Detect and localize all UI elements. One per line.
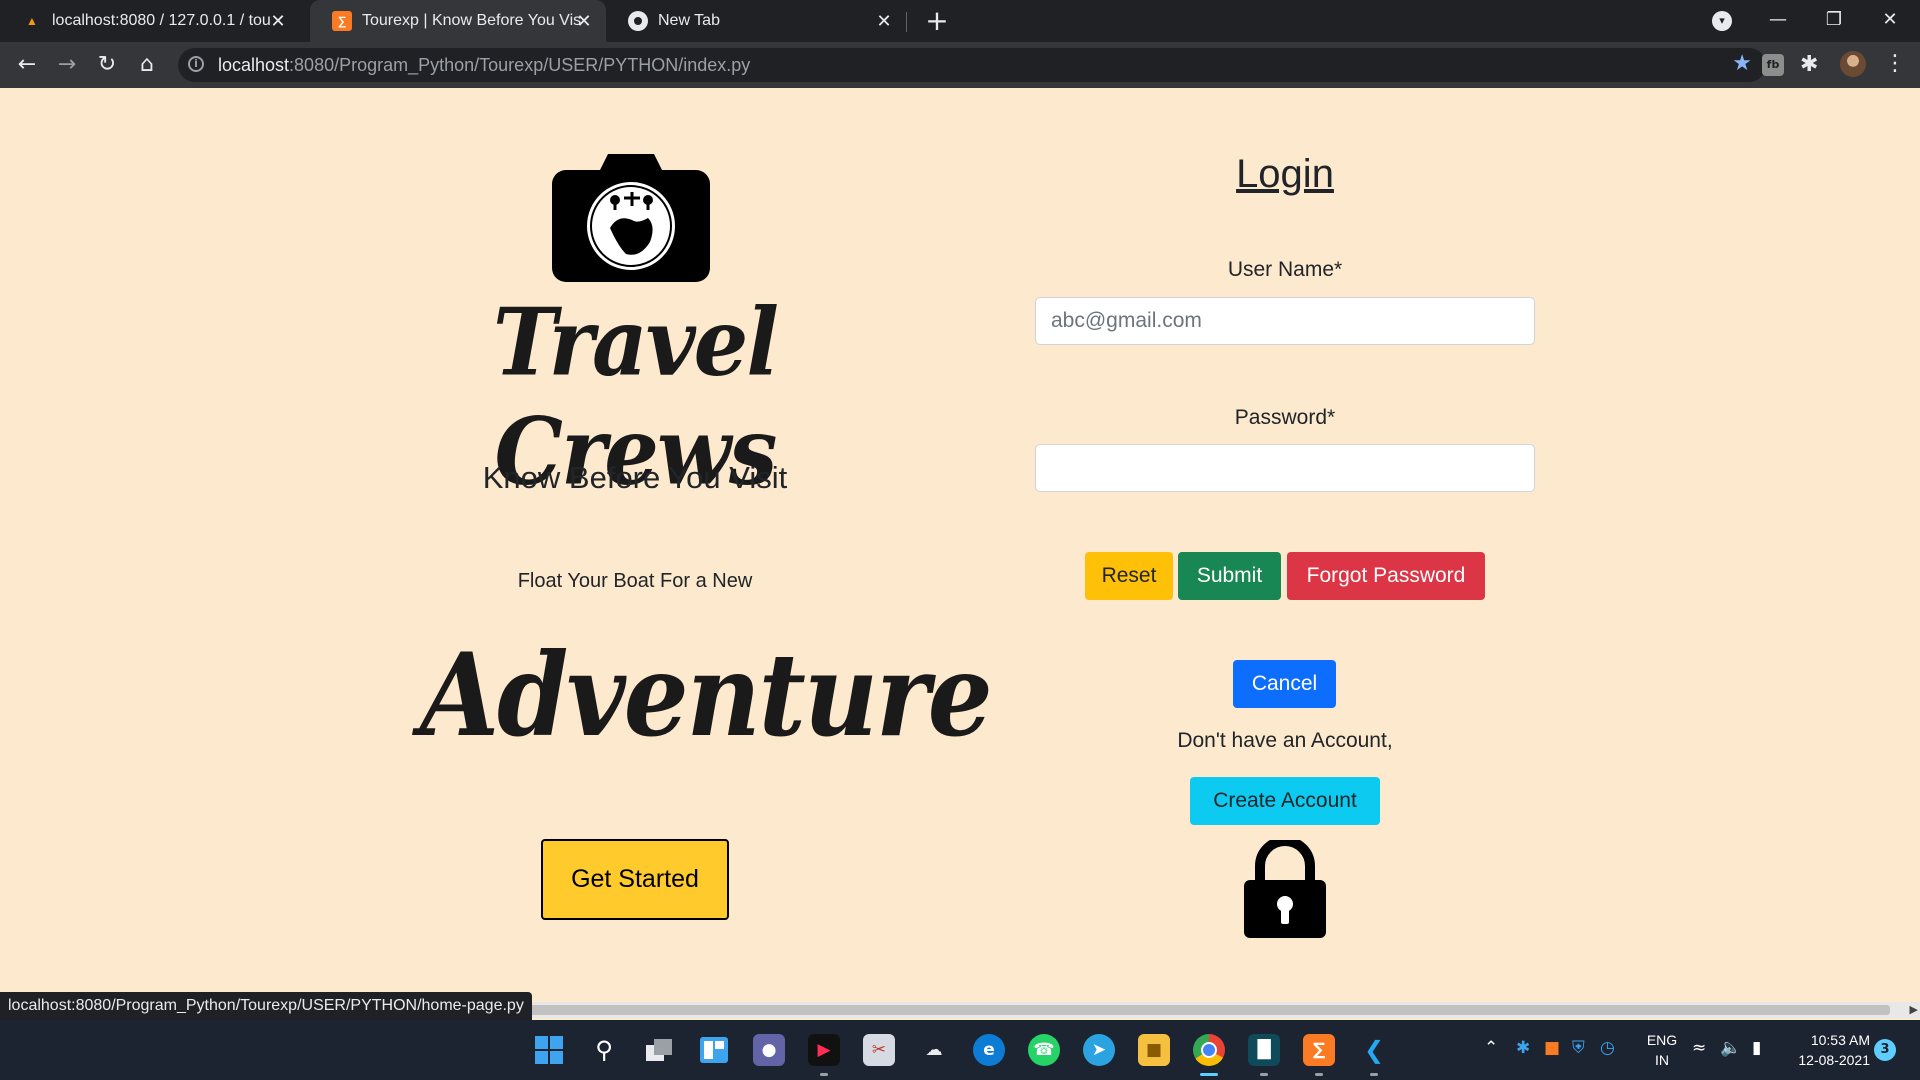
widgets-icon[interactable] [698,1034,730,1066]
whatsapp-icon[interactable]: ☎ [1028,1034,1060,1066]
language-indicator[interactable]: ENG IN [1642,1030,1682,1070]
notification-badge[interactable]: 3 [1874,1039,1896,1061]
forward-arrow-icon[interactable]: → [50,48,84,82]
scroll-right-arrow-icon[interactable]: ▶ [1910,1002,1918,1018]
reset-button[interactable]: Reset [1085,552,1173,600]
reload-icon[interactable]: ↻ [90,48,124,82]
task-view-icon[interactable] [643,1034,675,1066]
clock-tray-icon[interactable]: ◷ [1600,1038,1615,1058]
submit-button[interactable]: Submit [1178,552,1281,600]
taskbar: ⚲ ● ▶ ✂ ☁ e ☎ ➤ ■ █ ∑ ❮ ⌃ ✱ ■ ⛨ ◷ ENG IN… [0,1020,1920,1080]
tab-tourexp[interactable]: ∑ Tourexp | Know Before You Visit ✕ [310,0,606,42]
windows-start-icon[interactable] [533,1034,565,1066]
bluetooth-icon[interactable]: ✱ [1516,1038,1530,1058]
create-account-button[interactable]: Create Account [1190,777,1380,825]
close-icon[interactable]: ✕ [874,11,894,31]
vscode-icon[interactable]: ❮ [1358,1034,1390,1076]
get-started-button[interactable]: Get Started [541,839,729,920]
extension-icon[interactable]: fb [1762,54,1784,76]
new-tab-button[interactable]: + [922,6,952,36]
security-shield-icon[interactable]: ⛨ [1572,1038,1585,1058]
username-input[interactable] [1035,297,1535,345]
site-info-icon[interactable]: i [188,56,204,72]
profile-avatar[interactable] [1840,51,1866,77]
tab-phpmyadmin[interactable]: ▲ localhost:8080 / 127.0.0.1 / toure ✕ [0,0,300,42]
adventure-heading: Adventure [420,628,993,764]
horizontal-scrollbar[interactable]: ▶ [492,1002,1920,1018]
menu-kebab-icon[interactable]: ⋮ [1884,50,1906,78]
editor-app-icon[interactable]: █ [1248,1034,1280,1076]
clock-date: 12-08-2021 [1798,1052,1870,1068]
password-label: Password* [1234,406,1336,429]
password-input[interactable] [1035,444,1535,492]
xampp-icon: ∑ [332,11,352,31]
volume-icon[interactable]: 🔈 [1720,1038,1741,1058]
status-url-bubble: localhost:8080/Program_Python/Tourexp/US… [0,992,532,1020]
tab-title: localhost:8080 / 127.0.0.1 / toure [52,12,272,29]
show-hidden-icons-chevron-icon[interactable]: ⌃ [1484,1038,1498,1058]
close-icon[interactable]: ✕ [268,11,288,31]
search-icon[interactable]: ⚲ [588,1034,620,1066]
battery-icon[interactable]: ▮ [1752,1038,1761,1058]
media-app-icon[interactable]: ▶ [808,1034,840,1076]
padlock-icon [1244,840,1326,938]
page-body: Travel Crews Know Before You Visit Float… [0,88,1920,1002]
wifi-icon[interactable]: ≈ [1692,1038,1706,1058]
url-text[interactable]: localhost:8080/Program_Python/Tourexp/US… [218,55,750,76]
no-account-text: Don't have an Account, [1177,729,1393,752]
username-label: User Name* [1227,258,1343,281]
xampp-taskbar-icon[interactable]: ∑ [1303,1034,1335,1076]
chrome-icon [628,11,648,31]
browser-tab-strip: ▲ localhost:8080 / 127.0.0.1 / toure ✕ ∑… [0,0,1920,42]
restore-button[interactable]: ❐ [1806,0,1862,42]
clock-time: 10:53 AM [1810,1032,1870,1048]
tab-new-tab[interactable]: New Tab ✕ [606,0,906,42]
window-close-button[interactable]: ✕ [1862,0,1918,42]
xampp-tray-icon[interactable]: ■ [1544,1038,1560,1058]
tagline: Know Before You Visit [482,460,788,495]
minimize-button[interactable]: — [1750,0,1806,42]
cancel-button[interactable]: Cancel [1233,660,1336,708]
language-code: ENG [1646,1032,1678,1048]
system-clock[interactable]: 10:53 AM 12-08-2021 [1790,1030,1870,1070]
close-icon[interactable]: ✕ [574,11,594,31]
telegram-icon[interactable]: ➤ [1083,1034,1115,1066]
edge-browser-icon[interactable]: e [973,1034,1005,1066]
tab-search-icon[interactable]: ▾ [1712,11,1732,31]
snipping-tool-icon[interactable]: ✂ [863,1034,895,1066]
home-icon[interactable]: ⌂ [130,48,164,82]
float-text: Float Your Boat For a New [517,570,753,592]
region-code: IN [1655,1052,1669,1068]
scrollbar-thumb[interactable] [492,1005,1890,1015]
extensions-puzzle-icon[interactable]: ✱ [1800,52,1818,77]
file-explorer-icon[interactable]: ■ [1138,1034,1170,1066]
tab-title: Tourexp | Know Before You Visit [362,12,582,29]
address-bar[interactable]: i localhost:8080/Program_Python/Tourexp/… [178,48,1766,82]
login-title: Login [1236,152,1334,196]
tab-title: New Tab [658,12,720,29]
tab-separator [906,12,907,32]
bookmark-star-icon[interactable]: ★ [1732,51,1752,76]
phpmyadmin-icon: ▲ [26,14,38,28]
forgot-password-button[interactable]: Forgot Password [1287,552,1485,600]
browser-toolbar: ← → ↻ ⌂ i localhost:8080/Program_Python/… [0,42,1920,88]
teams-chat-icon[interactable]: ● [753,1034,785,1066]
chrome-taskbar-icon[interactable] [1193,1034,1225,1076]
cloud-app-icon[interactable]: ☁ [918,1034,950,1066]
camera-globe-logo-icon [552,154,710,282]
back-arrow-icon[interactable]: ← [10,48,44,82]
